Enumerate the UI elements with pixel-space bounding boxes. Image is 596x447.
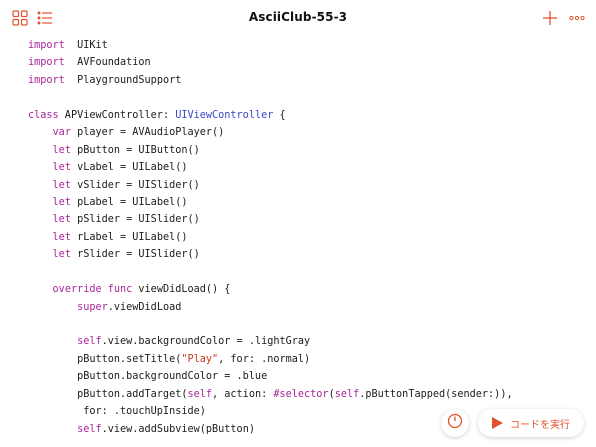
run-code-button[interactable]: コードを実行 <box>478 409 584 437</box>
plus-icon[interactable] <box>541 9 559 27</box>
code-token: class <box>28 109 59 121</box>
code-token: let <box>52 144 71 156</box>
code-token: APViewController: <box>58 109 176 121</box>
play-icon <box>490 416 504 430</box>
code-line[interactable]: override func viewDidLoad() { <box>28 281 588 298</box>
code-line[interactable]: super.viewDidLoad <box>28 299 588 316</box>
code-token: .pButtonTapped(sender:)), <box>359 388 513 400</box>
code-line[interactable]: let pSlider = UISlider() <box>28 211 588 228</box>
code-token: self <box>334 388 360 400</box>
code-line[interactable]: import PlaygroundSupport <box>28 72 588 89</box>
code-token: pButton.setTitle( <box>28 353 182 365</box>
code-token: rLabel = UILabel() <box>70 231 188 243</box>
floating-controls: コードを実行 <box>0 409 596 437</box>
code-line[interactable] <box>28 316 588 333</box>
code-token: import <box>28 74 65 86</box>
code-token: override func <box>52 284 133 296</box>
more-icon[interactable] <box>568 9 586 27</box>
code-token: PlaygroundSupport <box>64 74 182 86</box>
code-editor[interactable]: import UIKit import AVFoundation import Pl… <box>28 37 588 438</box>
code-token: var <box>52 127 71 139</box>
code-token: , action: <box>212 388 274 400</box>
code-token: AVFoundation <box>64 57 151 69</box>
code-line[interactable]: import AVFoundation <box>28 54 588 71</box>
code-token: rSlider = UISlider() <box>70 249 200 261</box>
code-token: self <box>77 336 102 348</box>
code-token: "Play" <box>181 353 219 365</box>
gauge-icon <box>446 412 464 434</box>
window-title: AsciiClub-55-3 <box>248 10 348 24</box>
code-line[interactable]: pButton.backgroundColor = .blue <box>28 368 588 385</box>
code-line[interactable]: class APViewController: UIViewController… <box>28 107 588 124</box>
code-token: vSlider = UISlider() <box>70 179 200 191</box>
code-token: , for: .normal) <box>218 353 311 365</box>
code-token: viewDidLoad() { <box>132 284 231 296</box>
code-token: let <box>52 214 71 226</box>
run-code-label: コードを実行 <box>510 419 570 431</box>
code-line[interactable]: let pLabel = UILabel() <box>28 194 588 211</box>
code-token: UIKit <box>64 40 108 51</box>
code-token: pButton.addTarget( <box>28 388 188 400</box>
code-token: let <box>52 179 71 191</box>
code-token: super <box>77 301 108 313</box>
code-token: pLabel = UILabel() <box>70 196 188 208</box>
code-line[interactable]: var player = AVAudioPlayer() <box>28 124 588 141</box>
code-token: UIViewController <box>175 109 274 121</box>
code-line[interactable]: let vLabel = UILabel() <box>28 159 588 176</box>
code-token: let <box>52 196 71 208</box>
code-token: self <box>187 388 213 400</box>
code-token: pButton = UIButton() <box>70 144 200 156</box>
code-line[interactable]: let rLabel = UILabel() <box>28 229 588 246</box>
code-token: #selector <box>273 388 329 400</box>
code-token: .viewDidLoad <box>107 301 182 313</box>
code-line[interactable]: let rSlider = UISlider() <box>28 246 588 263</box>
code-token: let <box>52 249 71 261</box>
code-line[interactable]: let vSlider = UISlider() <box>28 177 588 194</box>
code-line[interactable]: import UIKit <box>28 37 588 54</box>
code-token: vLabel = UILabel() <box>70 162 188 174</box>
code-line[interactable]: pButton.setTitle("Play", for: .normal) <box>28 351 588 368</box>
code-line[interactable] <box>28 89 588 106</box>
code-line[interactable]: let pButton = UIButton() <box>28 142 588 159</box>
code-line[interactable]: pButton.addTarget(self, action: #selecto… <box>28 386 588 403</box>
code-token: import <box>28 40 65 51</box>
code-token: { <box>273 109 286 121</box>
code-line[interactable]: self.view.backgroundColor = .lightGray <box>28 333 588 350</box>
code-token: player = AVAudioPlayer() <box>70 127 225 139</box>
code-line[interactable] <box>28 264 588 281</box>
code-token: import <box>28 57 65 69</box>
code-token: let <box>52 162 71 174</box>
code-token: let <box>52 231 71 243</box>
code-token: pButton.backgroundColor = .blue <box>28 371 268 383</box>
code-token: .view.backgroundColor = .lightGray <box>101 336 311 348</box>
speed-button[interactable] <box>441 409 469 437</box>
toolbar: AsciiClub-55-3 <box>0 0 596 36</box>
code-token: pSlider = UISlider() <box>70 214 200 226</box>
